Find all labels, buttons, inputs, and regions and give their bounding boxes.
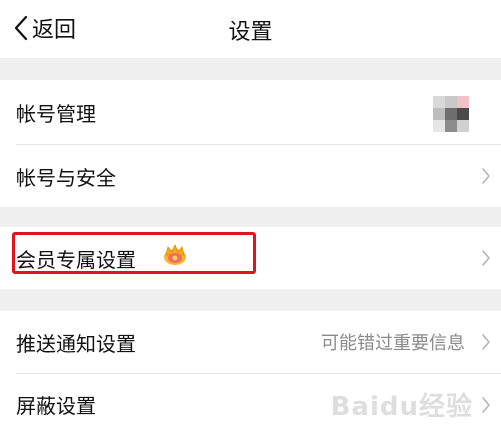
page-title: 设置 bbox=[228, 20, 273, 45]
section-gap bbox=[0, 207, 501, 227]
row-value: 可能错过重要信息 bbox=[321, 333, 465, 354]
highlight-box bbox=[12, 232, 256, 274]
navigation-bar: 返回 设置 bbox=[0, 0, 501, 58]
section-gap bbox=[0, 58, 501, 80]
chevron-right-icon bbox=[481, 333, 491, 351]
row-label: 屏蔽设置 bbox=[16, 394, 96, 418]
chevron-right-icon bbox=[481, 167, 491, 185]
row-label: 帐号管理 bbox=[16, 101, 96, 126]
chevron-right-icon bbox=[481, 396, 491, 414]
settings-row-push-settings[interactable]: 推送通知设置 可能错过重要信息 bbox=[0, 311, 501, 373]
row-label: 帐号与安全 bbox=[16, 165, 116, 190]
watermark: Baidu经验 bbox=[330, 392, 473, 422]
chevron-right-icon bbox=[481, 249, 491, 267]
settings-row-account-management[interactable]: 帐号管理 bbox=[0, 80, 501, 144]
row-label: 推送通知设置 bbox=[16, 331, 136, 356]
settings-row-account-security[interactable]: 帐号与安全 bbox=[0, 145, 501, 207]
section-gap bbox=[0, 289, 501, 311]
avatar bbox=[433, 96, 469, 132]
